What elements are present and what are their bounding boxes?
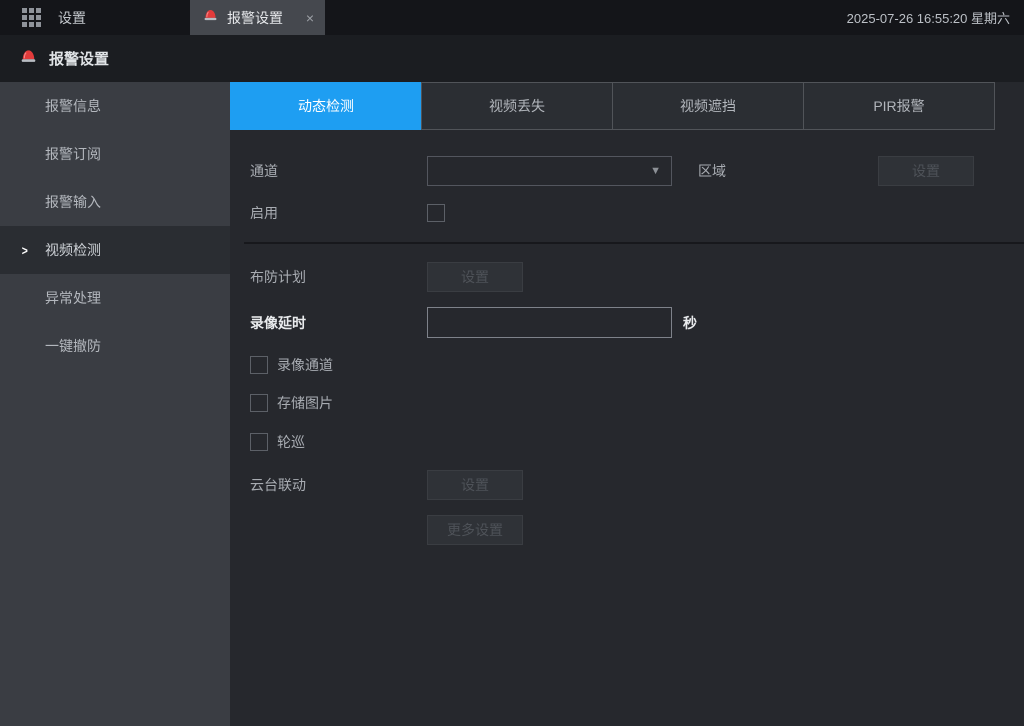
content-panel: 动态检测 视频丢失 视频遮挡 PIR报警 通道 ▼ 区域 设置 启用: [230, 82, 1024, 726]
tour-row: 轮巡: [250, 432, 1024, 452]
ptz-setup-button[interactable]: 设置: [427, 470, 523, 500]
channel-region-row: 通道 ▼ 区域 设置: [250, 156, 1024, 186]
topbar: 设置 报警设置 × 2025-07-26 16:55:20 星期六: [0, 0, 1024, 35]
region-setup-button[interactable]: 设置: [878, 156, 974, 186]
enable-checkbox[interactable]: [427, 204, 445, 222]
more-settings-row: 更多设置: [250, 515, 1024, 545]
region-label: 区域: [698, 161, 878, 181]
tour-checkbox[interactable]: [250, 433, 268, 451]
tab-alarm-settings-window[interactable]: 报警设置 ×: [190, 0, 325, 35]
enable-label: 启用: [250, 203, 427, 223]
tab-pir-alarm[interactable]: PIR报警: [803, 82, 995, 130]
main-area: 报警信息 报警订阅 报警输入 > 视频检测 异常处理 一键撤防 动态检测 视频丢…: [0, 82, 1024, 726]
sidebar-item-one-key-disarm[interactable]: 一键撤防: [0, 322, 230, 370]
schedule-label: 布防计划: [250, 267, 427, 287]
close-icon[interactable]: ×: [306, 11, 314, 25]
detection-tabs: 动态检测 视频丢失 视频遮挡 PIR报警: [230, 82, 1024, 130]
alarm-siren-icon: [203, 8, 218, 27]
enable-row: 启用: [250, 203, 1024, 223]
store-picture-row: 存储图片: [250, 393, 1024, 413]
sidebar-item-label: 报警输入: [45, 192, 101, 212]
sidebar-item-label: 一键撤防: [45, 336, 101, 356]
chevron-down-icon: ▼: [650, 166, 661, 177]
record-delay-label: 录像延时: [250, 313, 427, 333]
sidebar-item-label: 异常处理: [45, 288, 101, 308]
motion-detection-form: 通道 ▼ 区域 设置 启用 布防计划 设置 录像延时: [230, 130, 1024, 545]
tab-video-tampering[interactable]: 视频遮挡: [612, 82, 804, 130]
tour-label: 轮巡: [277, 432, 305, 452]
home-menu-settings[interactable]: 设置: [58, 8, 86, 28]
channel-select[interactable]: ▼: [427, 156, 672, 186]
channel-label: 通道: [250, 161, 427, 181]
sidebar-item-alarm-input[interactable]: 报警输入: [0, 178, 230, 226]
chevron-right-icon: >: [22, 243, 28, 258]
ptz-linkage-row: 云台联动 设置: [250, 470, 1024, 500]
sidebar-item-exception-handling[interactable]: 异常处理: [0, 274, 230, 322]
record-channel-checkbox[interactable]: [250, 356, 268, 374]
schedule-row: 布防计划 设置: [250, 262, 1024, 292]
apps-grid-icon[interactable]: [22, 8, 41, 27]
tab-motion-detection[interactable]: 动态检测: [230, 82, 422, 130]
ptz-linkage-label: 云台联动: [250, 475, 427, 495]
schedule-setup-button[interactable]: 设置: [427, 262, 523, 292]
sidebar: 报警信息 报警订阅 报警输入 > 视频检测 异常处理 一键撤防: [0, 82, 230, 726]
page-title: 报警设置: [49, 48, 109, 69]
sidebar-item-alarm-info[interactable]: 报警信息: [0, 82, 230, 130]
record-delay-unit: 秒: [683, 313, 697, 333]
store-picture-checkbox[interactable]: [250, 394, 268, 412]
system-datetime: 2025-07-26 16:55:20 星期六: [847, 8, 1024, 27]
record-channel-label: 录像通道: [277, 355, 333, 375]
store-picture-label: 存储图片: [277, 393, 333, 413]
alarm-siren-icon: [20, 48, 37, 69]
record-delay-input[interactable]: [427, 307, 672, 338]
sidebar-item-alarm-subscription[interactable]: 报警订阅: [0, 130, 230, 178]
record-channel-row: 录像通道: [250, 355, 1024, 375]
record-delay-row: 录像延时 秒: [250, 307, 1024, 338]
section-divider: [244, 242, 1024, 244]
sidebar-item-label: 报警信息: [45, 96, 101, 116]
sidebar-item-video-detection[interactable]: > 视频检测: [0, 226, 230, 274]
more-settings-button[interactable]: 更多设置: [427, 515, 523, 545]
sidebar-item-label: 视频检测: [45, 240, 101, 260]
tab-video-loss[interactable]: 视频丢失: [421, 82, 613, 130]
sidebar-item-label: 报警订阅: [45, 144, 101, 164]
page-header: 报警设置: [0, 35, 1024, 82]
tab-title: 报警设置: [227, 8, 283, 28]
